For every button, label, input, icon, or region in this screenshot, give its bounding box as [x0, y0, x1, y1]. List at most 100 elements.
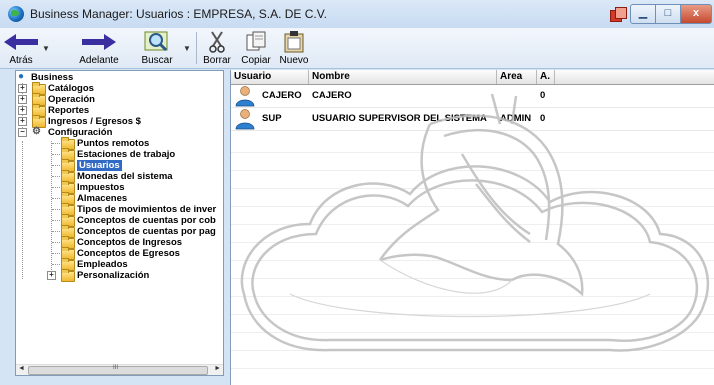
tree-item-label: Estaciones de trabajo	[77, 149, 176, 160]
globe-icon: ●	[18, 71, 25, 82]
tree-item-label: Conceptos de cuentas por cob	[77, 215, 216, 226]
search-dropdown-icon[interactable]: ▼	[183, 44, 191, 53]
gear-icon: ⚙	[32, 126, 41, 137]
tree-item-label: Ingresos / Egresos $	[48, 116, 141, 127]
clipboard-icon	[284, 31, 304, 53]
scroll-right-icon[interactable]: ►	[214, 365, 221, 372]
grid-line	[231, 260, 714, 261]
maximize-button[interactable]: □	[656, 4, 681, 24]
copy-button[interactable]: Copiar	[238, 30, 274, 66]
expand-icon[interactable]: +	[18, 95, 27, 104]
grid-line	[231, 224, 714, 225]
grid-line	[231, 152, 714, 153]
column-header-usuario[interactable]: Usuario	[231, 70, 309, 84]
grid-line	[231, 206, 714, 207]
cell-area	[497, 84, 537, 107]
tree-item-label: Conceptos de Egresos	[77, 248, 180, 259]
tree-item-label: Tipos de movimientos de inver	[77, 204, 217, 215]
restore-windows-icon[interactable]	[610, 7, 627, 22]
tree-item-label: Configuración	[48, 127, 113, 138]
toolbar-separator	[196, 32, 197, 64]
users-grid: Usuario Nombre Area A. CAJERO CAJERO 0 S…	[230, 70, 714, 385]
collapse-icon[interactable]: −	[18, 128, 27, 137]
tree-connector	[52, 165, 60, 166]
forward-arrow-icon	[82, 34, 116, 50]
tree-connector	[52, 143, 60, 144]
grid-line	[231, 278, 714, 279]
grid-line	[231, 332, 714, 333]
grid-line	[231, 368, 714, 369]
forward-label: Adelante	[79, 55, 119, 66]
scroll-left-icon[interactable]: ◄	[18, 365, 25, 372]
column-header-a[interactable]: A.	[537, 70, 555, 84]
grid-line	[231, 296, 714, 297]
close-button[interactable]: x	[681, 4, 712, 24]
expand-icon[interactable]: +	[18, 106, 27, 115]
tree-connector	[52, 264, 60, 265]
tree-connector	[52, 220, 60, 221]
tree-item-label: Reportes	[48, 105, 90, 116]
grid-line	[231, 314, 714, 315]
tree-connector	[52, 198, 60, 199]
tree-item-label: Catálogos	[48, 83, 94, 94]
column-header-nombre[interactable]: Nombre	[309, 70, 497, 84]
window-title: Business Manager: Usuarios : EMPRESA, S.…	[30, 7, 328, 21]
grid-line	[231, 170, 714, 171]
back-arrow-icon	[4, 34, 38, 50]
tree-connector	[52, 154, 60, 155]
tree-item-label: Impuestos	[77, 182, 125, 193]
scissors-icon	[209, 31, 225, 53]
scroll-thumb[interactable]: III	[28, 365, 208, 375]
expand-icon[interactable]: +	[18, 84, 27, 93]
delete-label: Borrar	[203, 55, 231, 66]
folder-icon	[61, 269, 75, 282]
grid-header: Usuario Nombre Area A.	[231, 70, 714, 85]
grid-line	[231, 188, 714, 189]
scroll-grip-icon: III	[113, 365, 119, 371]
search-icon	[144, 31, 168, 52]
user-icon	[235, 86, 255, 107]
cell-usuario: CAJERO	[262, 90, 302, 101]
forward-button[interactable]: Adelante	[76, 30, 122, 66]
cell-nombre: CAJERO	[312, 90, 352, 101]
title-bar: Business Manager: Usuarios : EMPRESA, S.…	[0, 0, 714, 29]
back-label: Atrás	[9, 55, 33, 66]
search-button[interactable]: Buscar	[138, 30, 176, 66]
globe-icon	[8, 6, 24, 22]
cell-usuario: SUP	[262, 113, 282, 124]
tree-item-label: Personalización	[77, 270, 150, 281]
navigation-tree: ● Business + Catálogos + Operación + Rep…	[15, 70, 224, 376]
user-icon	[235, 109, 255, 130]
grid-line	[231, 350, 714, 351]
new-button[interactable]: Nuevo	[276, 30, 312, 66]
table-row[interactable]: CAJERO CAJERO 0	[231, 84, 714, 108]
tree-connector	[52, 242, 60, 243]
tree-connector	[52, 187, 60, 188]
copy-label: Copiar	[241, 55, 271, 66]
tree-item-label: Empleados	[77, 259, 128, 270]
app-window: Business Manager: Usuarios : EMPRESA, S.…	[0, 0, 714, 385]
cell-area: ADMIN	[500, 113, 532, 124]
tree-horizontal-scrollbar[interactable]: ◄ III ►	[16, 364, 223, 375]
tree-connector	[22, 141, 23, 279]
column-header-area[interactable]: Area	[497, 70, 537, 84]
expand-icon[interactable]: +	[18, 117, 27, 126]
toolbar: Atrás ▼ Adelante Buscar ▼ Borrar Copiar …	[0, 28, 714, 69]
delete-button[interactable]: Borrar	[202, 30, 232, 66]
window-controls: ▁ □ x	[630, 4, 712, 24]
back-button[interactable]: Atrás	[4, 30, 38, 66]
copy-icon	[246, 31, 266, 51]
grid-line	[231, 242, 714, 243]
back-dropdown-icon[interactable]: ▼	[42, 44, 50, 53]
tree-item-label: Operación	[48, 94, 95, 105]
tree-item-label-selected: Usuarios	[77, 160, 122, 171]
new-label: Nuevo	[279, 55, 309, 66]
expand-icon[interactable]: +	[47, 271, 56, 280]
tree-item-label: Puntos remotos	[77, 138, 150, 149]
tree-item-label: Monedas del sistema	[77, 171, 173, 182]
search-label: Buscar	[141, 55, 173, 66]
minimize-button[interactable]: ▁	[630, 4, 656, 24]
tree-item-label: Conceptos de cuentas por pag	[77, 226, 216, 237]
tree-item-label: Conceptos de Ingresos	[77, 237, 183, 248]
table-row[interactable]: SUP USUARIO SUPERVISOR DEL SISTEMA ADMIN…	[231, 107, 714, 131]
